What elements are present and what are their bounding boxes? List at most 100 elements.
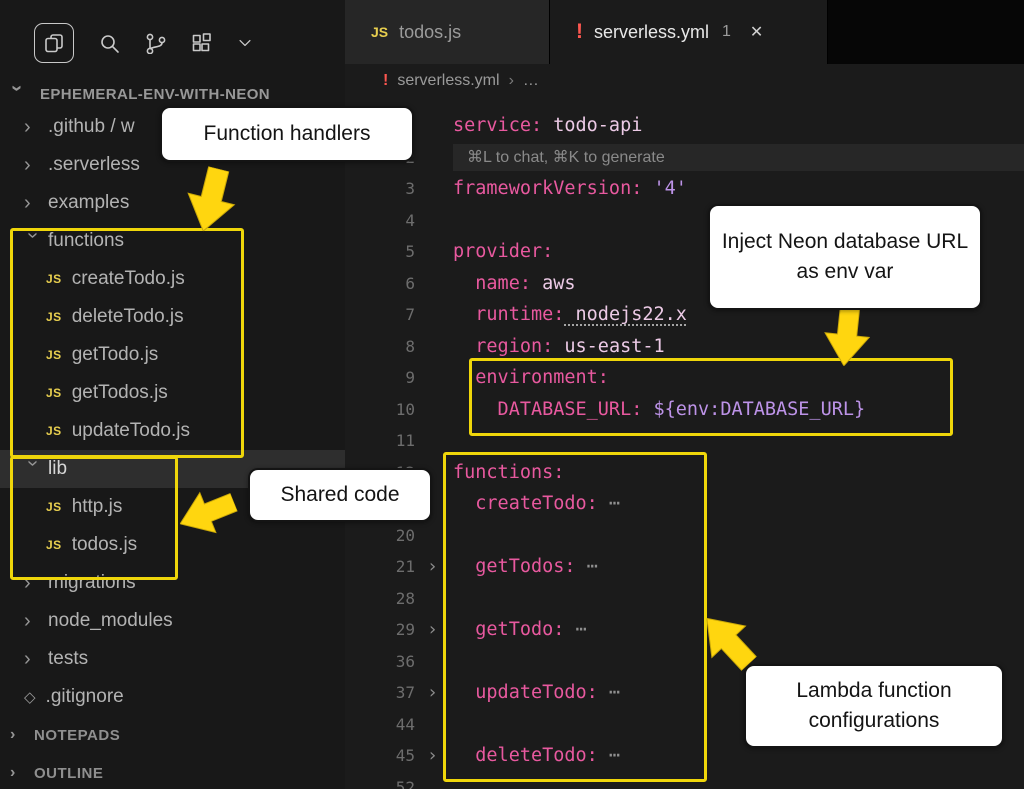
line-number[interactable]: 10 [345, 400, 415, 419]
chevron-right-icon: › [24, 155, 42, 175]
tab-todos-js[interactable]: JStodos.js [345, 0, 550, 64]
tree-item-label: lib [48, 458, 67, 480]
js-file-icon: JS [371, 24, 388, 40]
code-line[interactable]: 11 [345, 425, 1024, 457]
explorer-root-label: EPHEMERAL-ENV-WITH-NEON [40, 86, 270, 103]
tree-item-updatetodo-js[interactable]: JS updateTodo.js [0, 412, 345, 450]
code-line[interactable]: 12functions: [345, 457, 1024, 489]
line-number[interactable]: 8 [345, 337, 415, 356]
code-line[interactable]: 9 environment: [345, 362, 1024, 394]
chevron-down-icon: › [23, 232, 43, 250]
explorer-active-indicator[interactable] [34, 23, 74, 63]
search-icon[interactable] [98, 32, 120, 54]
token: ⋯ [564, 619, 586, 640]
line-number[interactable]: 37 [345, 683, 415, 702]
line-number[interactable]: 20 [345, 526, 415, 545]
token: updateTodo: [453, 682, 598, 703]
code-line[interactable]: 29 › getTodo: ⋯ [345, 614, 1024, 646]
line-number[interactable]: 52 [345, 778, 415, 789]
code-line[interactable]: 10 DATABASE_URL: ${env:DATABASE_URL} [345, 394, 1024, 426]
line-number[interactable]: 44 [345, 715, 415, 734]
line-number[interactable]: 28 [345, 589, 415, 608]
breadcrumb-file[interactable]: serverless.yml [397, 72, 499, 90]
tree-item-label: .serverless [48, 154, 140, 176]
code-line[interactable]: 1service: todo-api [345, 110, 1024, 142]
tree-item-todos-js[interactable]: JStodos.js [0, 526, 345, 564]
line-number[interactable]: 11 [345, 431, 415, 450]
modified-badge: 1 [722, 23, 731, 41]
chevron-right-icon: › [10, 765, 28, 781]
callout-text: Inject Neon database URL as env var [720, 227, 970, 288]
token: aws [531, 273, 576, 294]
tab-bar-empty-space [828, 0, 1024, 64]
line-number[interactable]: 36 [345, 652, 415, 671]
warning-icon: ! [576, 20, 583, 44]
code-line[interactable]: 20 [345, 520, 1024, 552]
js-file-icon: JS [46, 310, 62, 324]
line-number[interactable]: 21 [345, 557, 415, 576]
tab-bar: JStodos.js! serverless.yml 1 ✕ [345, 0, 1024, 64]
chevron-down-icon[interactable] [236, 34, 254, 52]
token: getTodo: [453, 619, 564, 640]
section-outline[interactable]: ›OUTLINE [0, 754, 345, 789]
breadcrumb-separator-icon: › [509, 72, 514, 90]
code-line[interactable]: 8 region: us-east-1 [345, 331, 1024, 363]
source-control-icon[interactable] [144, 32, 166, 54]
tree-item-examples[interactable]: › examples [0, 184, 345, 222]
fold-chevron-icon[interactable]: › [427, 684, 438, 702]
callout-function-handlers: Function handlers [160, 106, 414, 162]
tab-label: serverless.yml [594, 22, 709, 43]
line-number[interactable]: 9 [345, 368, 415, 387]
breadcrumb-ellipsis[interactable]: … [523, 72, 539, 90]
tree-item-label: migrations [48, 572, 136, 594]
tree-item-label: node_modules [48, 610, 173, 632]
code-text: region: us-east-1 [453, 336, 665, 357]
code-text: name: aws [453, 273, 576, 294]
tree-item-deletetodo-js[interactable]: JSdeleteTodo.js [0, 298, 345, 336]
chevron-right-icon: › [24, 193, 42, 213]
tree-item-tests[interactable]: ›tests [0, 640, 345, 678]
line-number[interactable]: 5 [345, 242, 415, 261]
token: nodejs22.x [564, 304, 687, 325]
tree-item-createtodo-js[interactable]: JScreateTodo.js [0, 260, 345, 298]
tree-item-functions[interactable]: ›functions [0, 222, 345, 260]
line-number[interactable]: 7 [345, 305, 415, 324]
tab-serverless-yml[interactable]: ! serverless.yml 1 ✕ [550, 0, 828, 64]
code-line[interactable]: 3frameworkVersion: '4' [345, 173, 1024, 205]
code-line[interactable]: 28 [345, 583, 1024, 615]
callout-text: Function handlers [204, 119, 371, 149]
tree-item-gettodos-js[interactable]: JSgetTodos.js [0, 374, 345, 412]
tree-item-label: examples [48, 192, 129, 214]
js-file-icon: JS [46, 424, 62, 438]
files-icon [43, 32, 65, 54]
tree-item-node_modules[interactable]: ›node_modules [0, 602, 345, 640]
explorer-root[interactable]: › EPHEMERAL-ENV-WITH-NEON [0, 80, 345, 108]
extensions-icon[interactable] [190, 32, 212, 54]
chevron-right-icon: › [24, 649, 42, 669]
code-line[interactable]: 52 [345, 772, 1024, 789]
tree-item-label: .gitignore [46, 686, 124, 708]
code-line[interactable]: 21› getTodos: ⋯ [345, 551, 1024, 583]
tree-item-label: updateTodo.js [72, 420, 190, 442]
code-line[interactable]: 13 createTodo: ⋯ [345, 488, 1024, 520]
tree-item-gettodo-js[interactable]: JSgetTodo.js [0, 336, 345, 374]
line-number[interactable]: 29 [345, 620, 415, 639]
code-text: runtime: nodejs22.x [453, 304, 687, 325]
fold-chevron-icon[interactable]: › [427, 747, 438, 765]
line-number[interactable]: 45 [345, 746, 415, 765]
code-line[interactable]: 2⌘L to chat, ⌘K to generate [345, 142, 1024, 174]
line-number[interactable]: 4 [345, 211, 415, 230]
tree-item-migrations[interactable]: ›migrations [0, 564, 345, 602]
code-text: service: todo-api [453, 115, 642, 136]
line-number[interactable]: 3 [345, 179, 415, 198]
js-file-icon: JS [46, 538, 62, 552]
fold-chevron-icon[interactable]: › [427, 558, 438, 576]
fold-chevron-icon[interactable]: › [427, 621, 438, 639]
section-notepads[interactable]: ›NOTEPADS [0, 716, 345, 754]
close-icon[interactable]: ✕ [750, 22, 763, 42]
code-text: deleteTodo: ⋯ [453, 745, 620, 766]
callout-lambda-config: Lambda function configurations [744, 664, 1004, 748]
tree-item--gitignore[interactable]: ◇.gitignore [0, 678, 345, 716]
token: us-east-1 [553, 336, 664, 357]
line-number[interactable]: 6 [345, 274, 415, 293]
